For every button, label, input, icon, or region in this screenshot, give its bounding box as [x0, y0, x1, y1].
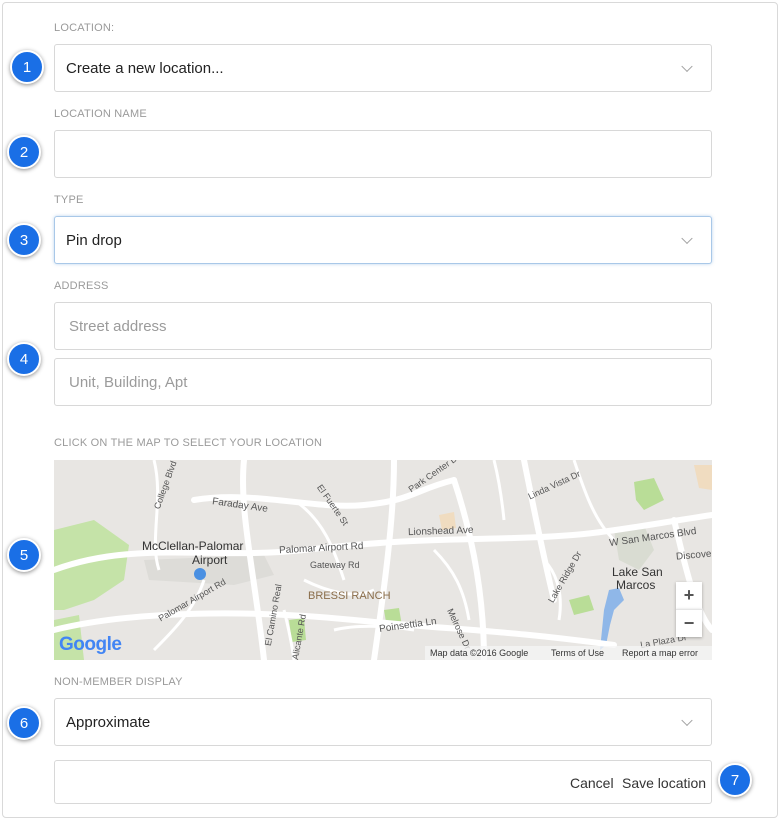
step-badge-4: 4 — [7, 342, 41, 376]
step-badge-5: 5 — [7, 538, 41, 572]
map-label-airport: McClellan-Palomar — [142, 539, 244, 553]
map-label-gateway: Gateway Rd — [310, 560, 360, 570]
step-badge-2: 2 — [7, 135, 41, 169]
map-label-lake-2: Marcos — [616, 578, 656, 592]
zoom-out-button[interactable]: − — [676, 609, 702, 637]
display-label: NON-MEMBER DISPLAY — [54, 676, 183, 688]
cancel-button[interactable]: Cancel — [570, 775, 614, 791]
step-badge-7: 7 — [718, 763, 752, 797]
location-map[interactable]: McClellan-Palomar Airport BRESSI RANCH L… — [54, 460, 712, 660]
terms-link[interactable]: Terms of Use — [551, 648, 604, 658]
map-data-text: Map data ©2016 Google — [430, 648, 529, 658]
chevron-down-icon — [681, 232, 693, 245]
type-select-value: Pin drop — [66, 231, 122, 249]
location-select-value: Create a new location... — [66, 59, 224, 77]
location-name-label: LOCATION NAME — [54, 108, 147, 120]
location-select[interactable]: Create a new location... — [54, 44, 712, 92]
location-name-input[interactable] — [54, 130, 712, 178]
step-badge-1: 1 — [10, 50, 44, 84]
type-select[interactable]: Pin drop — [54, 216, 712, 264]
form-footer: Cancel Save location — [54, 760, 712, 804]
unit-input[interactable]: Unit, Building, Apt — [54, 358, 712, 406]
street-address-placeholder: Street address — [69, 317, 167, 335]
location-form-panel — [2, 2, 778, 818]
map-label-lake: Lake San — [612, 565, 663, 579]
step-badge-6: 6 — [7, 706, 41, 740]
display-select-value: Approximate — [66, 713, 151, 731]
save-location-button[interactable]: Save location — [622, 775, 706, 791]
zoom-in-button[interactable]: + — [676, 582, 702, 609]
step-badge-3: 3 — [7, 223, 41, 257]
map-label-airport-2: Airport — [192, 553, 228, 567]
unit-placeholder: Unit, Building, Apt — [69, 373, 188, 391]
map-label: CLICK ON THE MAP TO SELECT YOUR LOCATION — [54, 437, 323, 449]
google-logo: Google — [59, 634, 122, 655]
map-label-lionshead: Lionshead Ave — [407, 524, 474, 539]
chevron-down-icon — [681, 714, 693, 727]
street-address-input[interactable]: Street address — [54, 302, 712, 350]
address-label: ADDRESS — [54, 280, 109, 292]
chevron-down-icon — [681, 60, 693, 73]
report-map-error-link[interactable]: Report a map error — [622, 648, 698, 658]
map-label-bressi: BRESSI RANCH — [308, 590, 391, 602]
type-label: TYPE — [54, 194, 84, 206]
display-select[interactable]: Approximate — [54, 698, 712, 746]
location-label: LOCATION: — [54, 22, 115, 34]
